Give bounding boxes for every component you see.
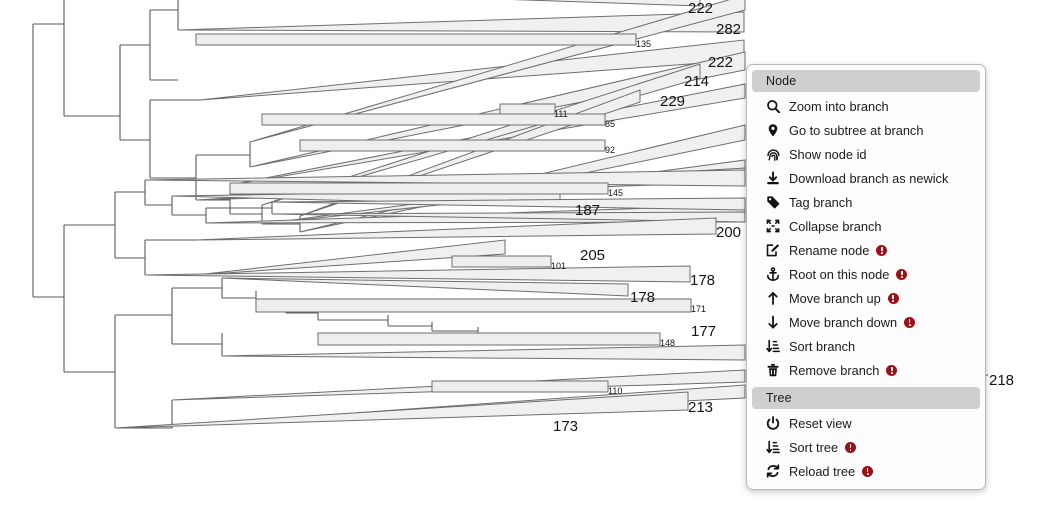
menu-item-reset-view[interactable]: Reset view xyxy=(747,411,985,435)
warning-badge-icon xyxy=(876,244,888,256)
clade-count-label: 92 xyxy=(605,145,616,155)
menu-item-label: Show node id xyxy=(789,146,867,162)
pencil-square-icon xyxy=(763,242,783,258)
clade-count-label: 229 xyxy=(660,93,686,110)
menu-bottom-padding xyxy=(747,483,985,489)
menu-item-go-to-subtree-at-branch[interactable]: Go to subtree at branch xyxy=(747,118,985,142)
clade-count-label: 101 xyxy=(551,261,567,271)
collapse-icon xyxy=(763,218,783,234)
menu-section-header-tree: Tree xyxy=(752,387,980,409)
menu-item-label: Zoom into branch xyxy=(789,98,889,114)
menu-item-label: Sort tree xyxy=(789,439,839,455)
download-icon xyxy=(763,170,783,186)
clade-count-label: 148 xyxy=(660,338,676,348)
power-icon xyxy=(763,415,783,431)
fingerprint-icon xyxy=(763,146,783,162)
menu-item-zoom-into-branch[interactable]: Zoom into branch xyxy=(747,94,985,118)
menu-item-label: Root on this node xyxy=(789,266,890,282)
node-context-menu[interactable]: Node Zoom into branch Go to subtree at bra… xyxy=(746,64,986,490)
menu-section-header-node: Node xyxy=(752,70,980,92)
clade-count-label: 214 xyxy=(684,73,710,90)
menu-item-root-on-this-node[interactable]: Root on this node xyxy=(747,262,985,286)
clade-count-label: 145 xyxy=(608,188,624,198)
menu-item-sort-tree[interactable]: Sort tree xyxy=(747,435,985,459)
arrow-up-icon xyxy=(763,290,783,306)
clade-count-label: 111 xyxy=(554,109,568,119)
warning-badge-icon xyxy=(886,364,898,376)
clade-count-label: 173 xyxy=(553,418,579,435)
menu-item-label: Tag branch xyxy=(789,194,853,210)
menu-item-label: Rename node xyxy=(789,242,870,258)
map-pin-icon xyxy=(763,122,783,138)
menu-item-label: Collapse branch xyxy=(789,218,882,234)
menu-item-remove-branch[interactable]: Remove branch xyxy=(747,358,985,382)
menu-item-label: Remove branch xyxy=(789,362,880,378)
collapsed-clades[interactable] xyxy=(114,0,746,429)
warning-badge-icon xyxy=(845,441,857,453)
warning-badge-icon xyxy=(887,292,899,304)
clade-count-label: 178 xyxy=(630,289,656,306)
menu-item-collapse-branch[interactable]: Collapse branch xyxy=(747,214,985,238)
menu-item-label: Sort branch xyxy=(789,338,856,354)
sort-down-icon xyxy=(763,338,783,354)
clade-count-label: 135 xyxy=(636,39,652,49)
clade-count-label: 218 xyxy=(989,372,1015,389)
menu-item-label: Go to subtree at branch xyxy=(789,122,924,138)
clade-count-label: 177 xyxy=(691,323,717,340)
reload-icon xyxy=(763,463,783,479)
warning-badge-icon xyxy=(896,268,908,280)
menu-item-label: Download branch as newick xyxy=(789,170,949,186)
menu-item-label: Reset view xyxy=(789,415,852,431)
search-icon xyxy=(763,98,783,114)
clade-count-label: 213 xyxy=(688,399,714,416)
anchor-icon xyxy=(763,266,783,282)
menu-item-show-node-id[interactable]: Show node id xyxy=(747,142,985,166)
clade-count-label: 222 xyxy=(688,0,714,17)
clade-count-label: 187 xyxy=(575,202,601,219)
sort-down-icon xyxy=(763,439,783,455)
warning-badge-icon xyxy=(862,465,874,477)
clade-count-label: 110 xyxy=(608,386,623,396)
tag-icon xyxy=(763,194,783,210)
menu-item-rename-node[interactable]: Rename node xyxy=(747,238,985,262)
arrow-down-icon xyxy=(763,314,783,330)
menu-item-tag-branch[interactable]: Tag branch xyxy=(747,190,985,214)
menu-item-label: Move branch up xyxy=(789,290,881,306)
clade-count-label: 222 xyxy=(708,54,734,71)
menu-item-move-branch-up[interactable]: Move branch up xyxy=(747,286,985,310)
clade-count-label: 171 xyxy=(691,304,707,314)
menu-item-move-branch-down[interactable]: Move branch down xyxy=(747,310,985,334)
clade-count-label: 178 xyxy=(690,272,716,289)
clade-count-label: 282 xyxy=(716,21,742,38)
menu-item-sort-branch[interactable]: Sort branch xyxy=(747,334,985,358)
menu-item-reload-tree[interactable]: Reload tree xyxy=(747,459,985,483)
clade-count-label: 200 xyxy=(716,224,742,241)
menu-item-label: Reload tree xyxy=(789,463,856,479)
menu-item-download-branch-as-newick[interactable]: Download branch as newick xyxy=(747,166,985,190)
warning-badge-icon xyxy=(904,316,916,328)
clade-count-label: 85 xyxy=(605,119,616,129)
clade-count-label: 205 xyxy=(580,247,606,264)
trash-icon xyxy=(763,362,783,378)
menu-item-label: Move branch down xyxy=(789,314,898,330)
